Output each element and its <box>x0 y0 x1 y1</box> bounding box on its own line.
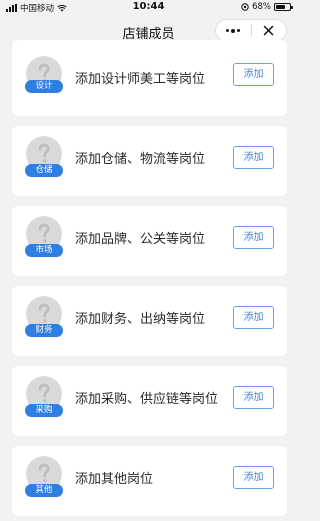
role-badge: 采购 <box>25 404 63 417</box>
role-badge: 其他 <box>25 484 63 497</box>
role-badge: 财务 <box>25 324 63 337</box>
role-card: 设计 添加设计师美工等岗位 添加 <box>12 40 287 116</box>
role-label: 添加财务、出纳等岗位 <box>75 312 206 327</box>
role-card: 仓储 添加仓储、物流等岗位 添加 <box>12 126 287 196</box>
mini-program-capsule <box>215 19 287 42</box>
status-right: 68% <box>241 2 293 12</box>
add-role-button[interactable]: 添加 <box>233 386 274 409</box>
battery-percent: 68% <box>252 2 271 12</box>
more-dots-icon <box>226 28 241 33</box>
close-button[interactable] <box>252 20 287 41</box>
add-role-button[interactable]: 添加 <box>233 146 274 169</box>
role-badge: 仓储 <box>25 164 63 177</box>
role-card: 财务 添加财务、出纳等岗位 添加 <box>12 286 287 356</box>
add-role-button[interactable]: 添加 <box>233 306 274 329</box>
status-bar: 中国移动 10:44 68% <box>0 0 297 15</box>
add-role-button[interactable]: 添加 <box>233 226 274 249</box>
close-icon <box>264 25 274 36</box>
location-icon <box>241 3 249 11</box>
role-badge: 市场 <box>25 244 63 257</box>
role-badge: 设计 <box>25 80 63 93</box>
battery-icon <box>274 3 293 11</box>
role-label: 添加品牌、公关等岗位 <box>75 232 206 247</box>
role-card: 采购 添加采购、供应链等岗位 添加 <box>12 366 287 436</box>
role-label: 添加仓储、物流等岗位 <box>75 152 206 167</box>
role-label: 添加设计师美工等岗位 <box>75 72 206 87</box>
more-button[interactable] <box>216 20 251 41</box>
add-role-button[interactable]: 添加 <box>233 63 274 86</box>
role-label: 添加其他岗位 <box>75 472 154 487</box>
role-card: 其他 添加其他岗位 添加 <box>12 446 287 516</box>
role-label: 添加采购、供应链等岗位 <box>75 392 219 407</box>
role-card: 市场 添加品牌、公关等岗位 添加 <box>12 206 287 276</box>
add-role-button[interactable]: 添加 <box>233 466 274 489</box>
